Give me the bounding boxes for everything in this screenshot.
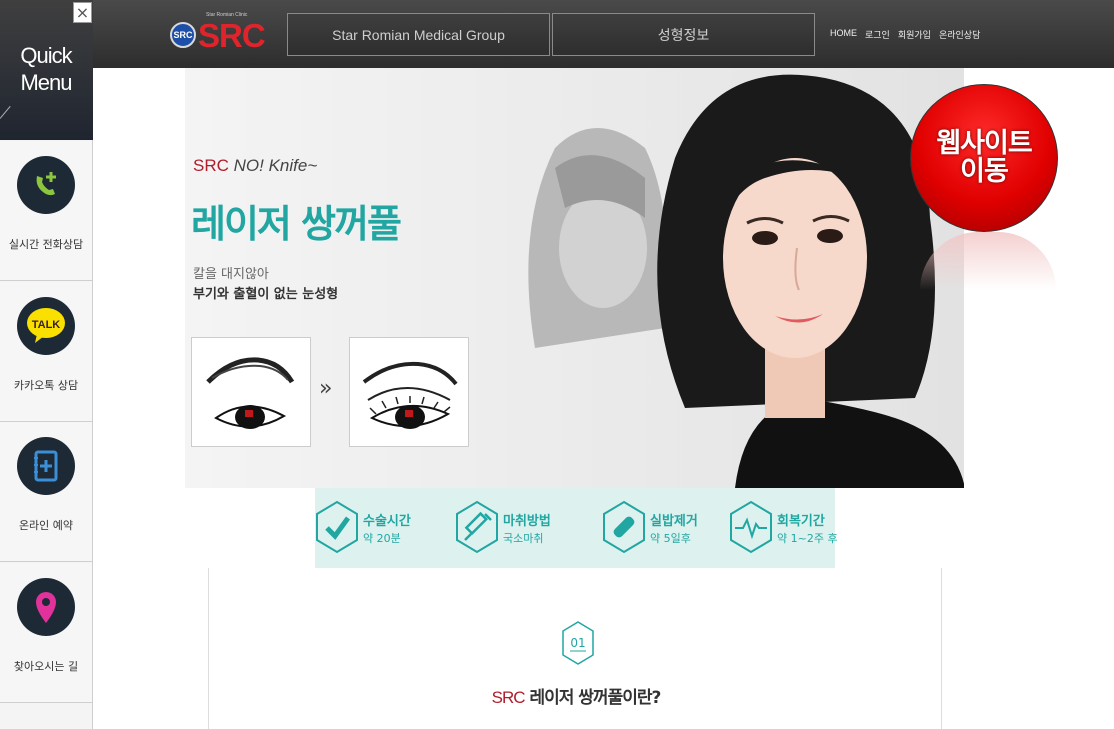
- phone-plus-icon: [17, 156, 75, 214]
- banner-tagline: SRC NO! Knife~: [193, 156, 317, 176]
- kakaotalk-icon: TALK: [17, 297, 75, 355]
- top-header: Star Romian Clinic SRC SRC Star Romian M…: [0, 0, 1114, 68]
- logo-badge: SRC: [170, 22, 196, 48]
- logo-text: SRC: [198, 17, 266, 54]
- quick-item-directions[interactable]: 찾아오시는 길: [0, 563, 92, 703]
- online-consult-link[interactable]: 온라인상담: [939, 28, 980, 41]
- quick-item-label: 카카오톡 상담: [13, 379, 79, 392]
- quick-item-phone-consult[interactable]: 실시간 전화상담: [0, 141, 92, 281]
- arrow-icon: »: [319, 376, 333, 401]
- nav-medical-group[interactable]: Star Romian Medical Group: [287, 13, 550, 56]
- section-title-text: 레이저 쌍꺼풀이란?: [524, 688, 661, 708]
- close-icon[interactable]: ×: [73, 2, 92, 23]
- calendar-plus-icon: [17, 437, 75, 495]
- quick-item-label: 실시간 전화상담: [8, 238, 84, 251]
- home-link[interactable]: HOME: [830, 28, 857, 41]
- website-button-line1: 웹사이트: [936, 128, 1032, 159]
- info-title: 수술시간: [363, 514, 411, 529]
- src-logo[interactable]: Star Romian Clinic SRC SRC: [170, 12, 266, 56]
- quick-menu: Quick Menu × 실시간 전화상담 TALK 카카오톡 상담 온라인 예…: [0, 0, 93, 729]
- kakaotalk-icon-text: TALK: [32, 319, 61, 331]
- info-value: 약 5일후: [650, 532, 691, 545]
- bandage-icon: [603, 500, 645, 554]
- info-title: 회복기간: [777, 514, 825, 529]
- quick-menu-title-line2: Menu: [20, 70, 72, 95]
- eye-after-image: [349, 337, 469, 447]
- surgery-info-strip: 수술시간 약 20분 마취방법 국소마취 실밥제거 약 5일후 회복기간 약 1…: [315, 488, 838, 568]
- website-move-button[interactable]: 웹사이트 이동: [910, 84, 1058, 232]
- section-title: SRC 레이저 쌍꺼풀이란?: [209, 683, 943, 708]
- quick-menu-title-line1: Quick: [20, 43, 72, 68]
- pulse-icon: [730, 500, 772, 554]
- info-value: 약 20분: [363, 532, 401, 545]
- login-link[interactable]: 로그인: [865, 28, 890, 41]
- quick-menu-title: Quick Menu: [6, 42, 86, 96]
- eye-before-image: [191, 337, 311, 447]
- utility-links: HOME 로그인 회원가입 온라인상담: [830, 28, 980, 41]
- nav-surgery-info[interactable]: 성형정보: [552, 13, 815, 56]
- quick-menu-divider: [0, 105, 11, 119]
- section-number-badge: 01: [562, 621, 594, 665]
- quick-item-online-reservation[interactable]: 온라인 예약: [0, 422, 92, 562]
- quick-item-label: 찾아오시는 길: [13, 660, 79, 673]
- banner-subtitle-2: 부기와 출혈이 없는 눈성형: [193, 287, 339, 302]
- signup-link[interactable]: 회원가입: [898, 28, 931, 41]
- model-portrait-image: [625, 68, 964, 488]
- quick-item-kakaotalk[interactable]: TALK 카카오톡 상담: [0, 282, 92, 422]
- location-pin-icon: [17, 578, 75, 636]
- section-title-brand: SRC: [491, 688, 526, 707]
- quick-menu-header: Quick Menu ×: [0, 0, 93, 140]
- banner-subtitle-1: 칼을 대지않아: [193, 267, 269, 282]
- info-value: 약 1~2주 후: [777, 532, 838, 545]
- content-section: 01 SRC 레이저 쌍꺼풀이란?: [208, 568, 942, 729]
- website-button-line2: 이동: [960, 156, 1009, 187]
- quick-item-label: 온라인 예약: [18, 519, 74, 532]
- info-value: 국소마취: [503, 532, 544, 545]
- hero-banner: SRC NO! Knife~ 레이저 쌍꺼풀 칼을 대지않아 부기와 출혈이 없…: [185, 68, 964, 488]
- info-title: 마취방법: [503, 514, 551, 529]
- banner-title: 레이저 쌍꺼풀: [191, 202, 402, 246]
- banner-tagline-text: NO! Knife~: [233, 156, 318, 175]
- section-number: 01: [570, 636, 585, 650]
- banner-tagline-brand: SRC: [193, 156, 229, 175]
- info-title: 실밥제거: [650, 514, 698, 529]
- check-icon: [316, 500, 358, 554]
- syringe-icon: [456, 500, 498, 554]
